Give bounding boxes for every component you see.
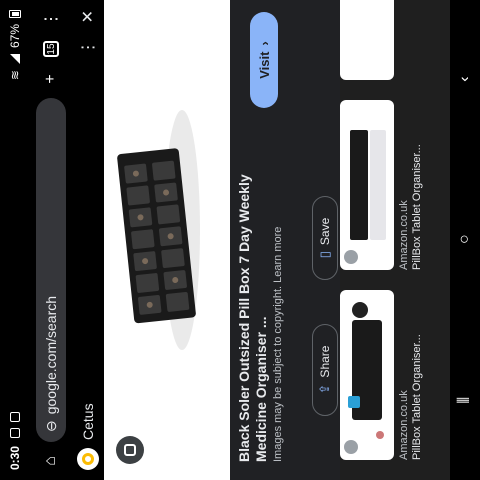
lock-icon: ⊖ bbox=[42, 420, 59, 432]
pill-box-image bbox=[117, 110, 200, 350]
tab-count: 15 bbox=[43, 41, 59, 57]
new-tab-icon[interactable]: + bbox=[40, 68, 62, 90]
close-icon[interactable]: ✕ bbox=[78, 10, 98, 23]
signal-icon bbox=[10, 54, 20, 65]
source-favicon bbox=[344, 250, 358, 264]
more-options-icon[interactable]: ⋮ bbox=[78, 39, 98, 55]
result-info: Black Soler Outsized Pill Box 7 Day Week… bbox=[230, 0, 310, 480]
wifi-icon: ≋ bbox=[8, 70, 22, 81]
bookmark-icon: ▯ bbox=[317, 251, 332, 259]
lens-logo-icon bbox=[77, 448, 99, 470]
visit-button[interactable]: Visit › bbox=[250, 12, 278, 108]
home-button-icon[interactable]: ○ bbox=[456, 234, 474, 244]
home-icon[interactable]: ⌂ bbox=[40, 450, 62, 472]
clock: 0:30 bbox=[8, 445, 22, 470]
system-nav-bar: ⦀ ○ ‹ bbox=[450, 0, 480, 480]
result-title[interactable]: Black Soler Outsized Pill Box 7 Day Week… bbox=[236, 132, 270, 462]
save-button[interactable]: ▯ Save bbox=[312, 196, 338, 280]
status-bar: 0:30 ≋ 67% bbox=[0, 0, 30, 480]
source-favicon bbox=[344, 440, 358, 454]
source-name: Amazon.co.uk bbox=[398, 200, 410, 270]
url-bar[interactable]: ⊖ google.com/search bbox=[36, 98, 66, 442]
screen: 0:30 ≋ 67% ⌂ ⊖ google.com/search + 15 ⋮ … bbox=[0, 0, 480, 480]
app-canvas: 0:30 ≋ 67% ⌂ ⊖ google.com/search + 15 ⋮ … bbox=[0, 0, 480, 480]
url-text: google.com/search bbox=[43, 295, 59, 415]
pill-box-thumbnail bbox=[348, 302, 384, 439]
lens-header: Cetus ⋮ ✕ bbox=[72, 0, 104, 480]
result-card-title: PillBox Tablet Organiser... bbox=[411, 334, 423, 460]
share-button[interactable]: ⇪ Share bbox=[312, 324, 338, 416]
browser-toolbar: ⌂ ⊖ google.com/search + 15 ⋮ bbox=[30, 0, 72, 480]
more-menu-icon[interactable]: ⋮ bbox=[40, 8, 62, 30]
result-thumbnail bbox=[340, 100, 394, 270]
result-thumbnail bbox=[340, 290, 394, 460]
related-results: Amazon.co.uk PillBox Tablet Organiser...… bbox=[340, 0, 450, 480]
source-name: Amazon.co.uk bbox=[398, 390, 410, 460]
copyright-notice: Images may be subject to copyright. Lear… bbox=[272, 226, 284, 462]
back-icon[interactable]: ‹ bbox=[456, 76, 474, 81]
product-image-area bbox=[104, 0, 230, 480]
battery-percent: 67% bbox=[8, 24, 22, 49]
save-label: Save bbox=[318, 217, 332, 246]
recents-icon[interactable]: ⦀ bbox=[456, 397, 474, 404]
lens-title: Cetus bbox=[80, 403, 96, 440]
pill-box-thumbnail bbox=[350, 130, 386, 240]
result-card-title: PillBox Tablet Organiser... bbox=[411, 144, 423, 270]
battery-icon bbox=[9, 10, 21, 18]
chevron-right-icon: › bbox=[256, 41, 272, 46]
result-thumbnail bbox=[340, 0, 394, 80]
share-label: Share bbox=[318, 345, 332, 378]
notification-icon bbox=[10, 427, 20, 438]
phone-frame: 0:30 ≋ 67% ⌂ ⊖ google.com/search + 15 ⋮ … bbox=[0, 0, 480, 480]
visit-label: Visit bbox=[256, 51, 272, 79]
share-icon: ⇪ bbox=[317, 383, 332, 395]
notification-icon bbox=[10, 411, 20, 422]
tab-switcher-button[interactable]: 15 bbox=[40, 38, 62, 60]
